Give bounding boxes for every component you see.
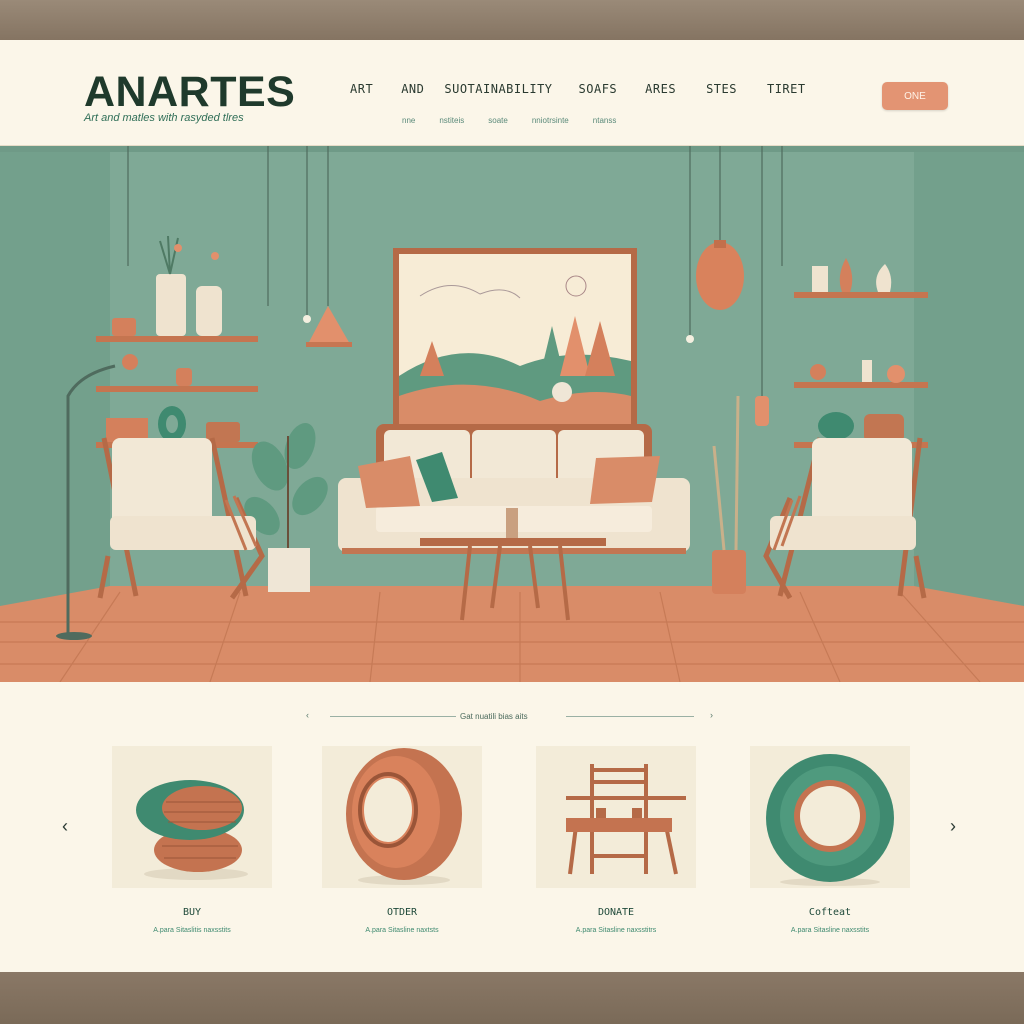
section-divider-right	[566, 716, 694, 717]
main-nav: ART AND SUOTAINABILITY SOAFS ARES STES T…	[350, 82, 806, 96]
cta-button[interactable]: ONE	[882, 82, 948, 110]
carousel-next-button[interactable]: ›	[950, 816, 956, 837]
green-tire-image	[766, 754, 894, 886]
subnav-item-2[interactable]: nstiteis	[439, 116, 464, 125]
subnav-item-4[interactable]: nniotrsinte	[532, 116, 569, 125]
product-sub-donate: A.para Sitasline naxsstitrs	[575, 927, 657, 934]
product-sub-buy: A.para Sitaslitis naxsstits	[153, 927, 231, 934]
product-label-order[interactable]: OTDER	[322, 907, 482, 918]
carousel-prev-button[interactable]: ‹	[62, 816, 68, 837]
nav-item-sustainability[interactable]: SUOTAINABILITY	[444, 82, 552, 96]
brand-logo[interactable]: ANARTES	[84, 68, 295, 117]
nav-item-art[interactable]: ART	[350, 82, 373, 96]
browser-frame-top	[0, 0, 1024, 40]
subnav-item-1[interactable]: nne	[402, 116, 415, 125]
subnav-item-5[interactable]: ntanss	[593, 116, 617, 125]
section-title: Gat nuatili bias aits	[460, 712, 528, 721]
hero-illustration	[0, 146, 1024, 682]
product-card-contact[interactable]	[750, 746, 910, 888]
chevron-left-icon: ‹	[62, 816, 68, 836]
chevron-right-icon: ›	[950, 816, 956, 836]
brand-tagline: Art and matles with rasyded tlres	[84, 112, 244, 124]
section-divider-left	[330, 716, 456, 717]
nav-item-and[interactable]: AND	[401, 82, 424, 96]
product-card-order[interactable]	[322, 746, 482, 888]
product-sub-contact: A.para Sitasline naxsstits	[790, 927, 870, 934]
web-page: ANARTES Art and matles with rasyded tlre…	[0, 40, 1024, 972]
terracotta-tire-image	[346, 748, 462, 885]
nav-item-tiret[interactable]: TIRET	[767, 82, 806, 96]
section-next-arrow[interactable]: ›	[710, 710, 713, 720]
site-header: ANARTES Art and matles with rasyded tlre…	[0, 40, 1024, 146]
product-label-donate[interactable]: DONATE	[536, 907, 696, 918]
product-label-buy[interactable]: BUY	[112, 907, 272, 918]
tire-chair-image	[566, 764, 686, 875]
nav-item-stes[interactable]: STES	[706, 82, 737, 96]
product-sub-order: A.para Sitasline naxtsts	[365, 927, 439, 934]
subnav-item-3[interactable]: soate	[488, 116, 508, 125]
nav-item-ares[interactable]: ARES	[645, 82, 676, 96]
browser-frame-bottom	[0, 972, 1024, 1024]
section-prev-arrow[interactable]: ‹	[306, 710, 309, 720]
product-label-contact[interactable]: Cofteat	[750, 907, 910, 918]
stacked-tire-ottoman-image	[136, 780, 248, 880]
product-card-buy[interactable]	[112, 746, 272, 888]
nav-item-soafs[interactable]: SOAFS	[579, 82, 618, 96]
sub-nav: nne nstiteis soate nniotrsinte ntanss	[402, 116, 616, 125]
product-card-donate[interactable]	[536, 746, 696, 888]
